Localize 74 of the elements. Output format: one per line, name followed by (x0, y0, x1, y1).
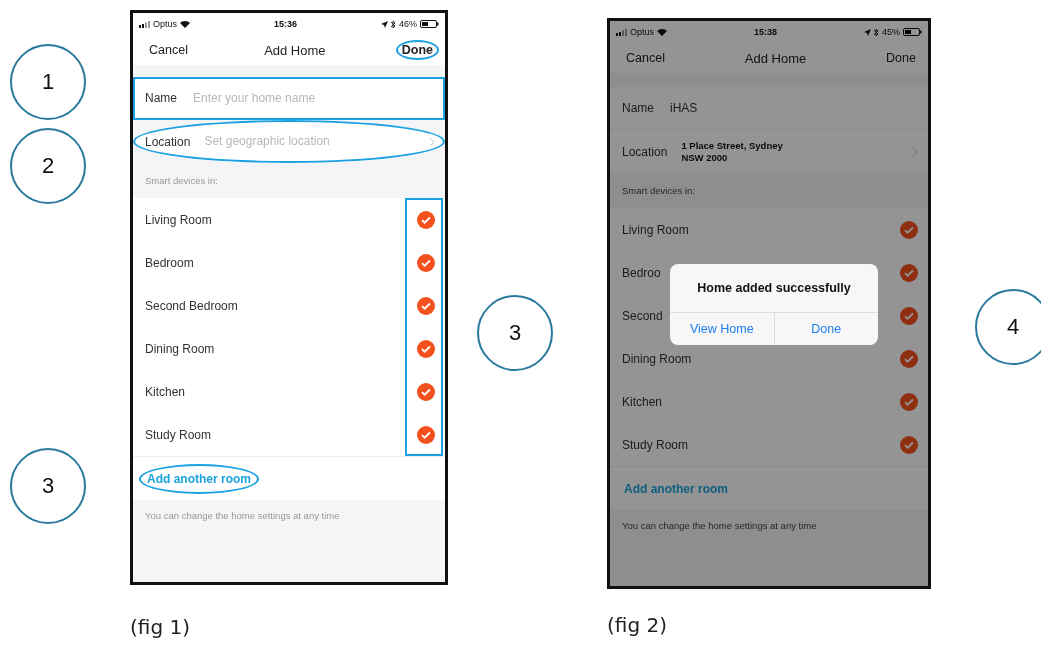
location-label: Location (622, 144, 668, 159)
name-label: Name (622, 101, 654, 115)
location-row[interactable]: Location 1 Place Street, Sydney NSW 2000 (610, 130, 928, 173)
room-name: Study Room (145, 427, 212, 442)
battery-percentage: 46% (399, 19, 417, 29)
chevron-right-icon (912, 146, 918, 157)
room-name: Bedroo (622, 265, 661, 280)
step-number-circle: 4 (975, 289, 1041, 365)
done-button[interactable]: Done (880, 48, 922, 68)
section-label: Smart devices in: (145, 175, 218, 186)
wifi-icon (657, 28, 667, 36)
battery-icon (903, 28, 922, 36)
wifi-icon (180, 20, 190, 28)
footer-note: You can change the home settings at any time (622, 520, 817, 531)
step-number-circle: 2 (10, 128, 86, 204)
step-number-circle: 1 (10, 44, 86, 120)
cancel-button[interactable]: Cancel (143, 40, 194, 60)
room-name: Second (622, 308, 663, 323)
home-name-input[interactable]: iHAS (668, 100, 918, 116)
dialog-button[interactable]: View Home (670, 313, 774, 345)
screen-title: Add Home (264, 42, 326, 58)
check-icon[interactable] (417, 425, 435, 444)
section-label: Smart devices in: (622, 185, 695, 196)
room-name: Living Room (622, 222, 689, 237)
check-icon[interactable] (900, 263, 918, 282)
check-icon[interactable] (900, 435, 918, 454)
screen-title: Add Home (744, 50, 807, 66)
status-time: 15:38 (754, 27, 777, 37)
signal-icon (616, 28, 627, 36)
check-icon[interactable] (417, 296, 435, 315)
status-time: 15:36 (274, 19, 297, 29)
bluetooth-icon (391, 19, 396, 29)
room-name: Dining Room (145, 341, 215, 356)
check-icon[interactable] (417, 210, 435, 229)
location-placeholder: Set geographic location (204, 134, 331, 149)
name-label: Name (145, 91, 177, 105)
room-name: Dining Room (622, 351, 692, 366)
name-row[interactable]: Name Enter your home name (133, 77, 445, 120)
room-name: Bedroom (145, 255, 194, 270)
dialog-button[interactable]: Done (773, 313, 878, 345)
check-icon[interactable] (417, 339, 435, 358)
figure-caption: (fig 1) (130, 615, 191, 639)
home-name-input[interactable]: Enter your home name (191, 90, 435, 106)
name-row[interactable]: Name iHAS (610, 87, 928, 130)
check-icon[interactable] (417, 382, 435, 401)
battery-percentage: 45% (882, 27, 900, 37)
location-arrow-icon (864, 28, 871, 36)
check-icon[interactable] (900, 306, 918, 325)
bluetooth-icon (874, 27, 879, 37)
dialog-message: Home added successfully (697, 281, 851, 295)
room-name: Living Room (145, 212, 212, 227)
footer-note: You can change the home settings at any time (145, 510, 340, 521)
check-icon[interactable] (417, 253, 435, 272)
step-number-circle: 3 (477, 295, 553, 371)
room-name: Kitchen (145, 384, 186, 399)
carrier-name: Optus (630, 27, 654, 37)
room-name: Kitchen (622, 394, 663, 409)
room-name: Study Room (622, 437, 689, 452)
cancel-button[interactable]: Cancel (620, 48, 671, 68)
figure-caption: (fig 2) (607, 613, 668, 637)
location-value: 1 Place Street, Sydney NSW 2000 (681, 140, 784, 163)
check-icon[interactable] (900, 349, 918, 368)
room-name: Second Bedroom (145, 298, 238, 313)
location-arrow-icon (381, 20, 388, 28)
carrier-name: Optus (153, 19, 177, 29)
battery-icon (420, 20, 439, 28)
done-button[interactable]: Done (395, 40, 439, 60)
chevron-right-icon (429, 136, 435, 147)
check-icon[interactable] (900, 392, 918, 411)
step-number-circle: 3 (10, 448, 86, 524)
location-row[interactable]: Location Set geographic location (133, 120, 445, 163)
check-icon[interactable] (900, 220, 918, 239)
location-label: Location (145, 134, 191, 149)
signal-icon (139, 20, 150, 28)
